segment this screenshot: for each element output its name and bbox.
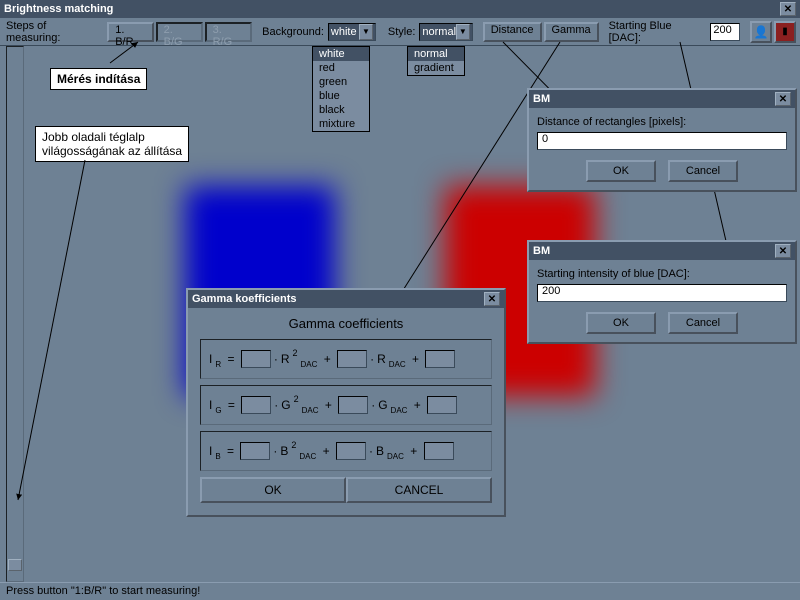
slider-thumb[interactable]: [8, 559, 22, 571]
bg-option-black[interactable]: black: [313, 103, 369, 117]
gamma-header: Gamma coefficients: [200, 316, 492, 331]
gamma-dialog: Gamma koefficients ✕ Gamma coefficients …: [186, 288, 506, 517]
background-label: Background:: [260, 26, 326, 38]
door-icon: ▮: [782, 26, 788, 37]
gamma-row-g: IG = ·G2DAC + ·GDAC +: [200, 385, 492, 425]
gamma-dialog-titlebar[interactable]: Gamma koefficients ✕: [188, 290, 504, 308]
background-dropdown[interactable]: white ▼: [328, 23, 376, 41]
distance-dialog-label: Distance of rectangles [pixels]:: [537, 116, 787, 128]
distance-cancel-button[interactable]: Cancel: [668, 160, 738, 182]
brightness-slider[interactable]: [6, 46, 24, 582]
status-text: Press button "1:B/R" to start measuring!: [6, 585, 200, 597]
annotation-right-rect: Jobb oladali téglalp világosságának az á…: [35, 126, 189, 162]
distance-input[interactable]: 0: [537, 132, 787, 150]
gamma-b-coef-a[interactable]: [240, 442, 270, 460]
starting-blue-label: Starting Blue [DAC]:: [607, 20, 709, 44]
titlebar: Brightness matching ✕: [0, 0, 800, 18]
bg-option-white[interactable]: white: [313, 47, 369, 61]
background-value: white: [331, 26, 357, 38]
dropdown-arrow-icon[interactable]: ▼: [456, 24, 470, 40]
blue-ok-button[interactable]: OK: [586, 312, 656, 334]
distance-dialog-title: BM: [533, 93, 550, 105]
window-title: Brightness matching: [4, 3, 780, 15]
blue-input[interactable]: 200: [537, 284, 787, 302]
window-close-button[interactable]: ✕: [780, 2, 796, 16]
gamma-b-coef-b[interactable]: [336, 442, 366, 460]
step-2-button[interactable]: 2. B/G: [156, 22, 203, 42]
style-value: normal: [422, 26, 456, 38]
gamma-ok-button[interactable]: OK: [200, 477, 346, 503]
gamma-cancel-button[interactable]: CANCEL: [346, 477, 492, 503]
background-dropdown-list[interactable]: white red green blue black mixture: [312, 46, 370, 132]
style-dropdown[interactable]: normal ▼: [419, 23, 472, 41]
gamma-button[interactable]: Gamma: [544, 22, 599, 42]
gamma-r-coef-b[interactable]: [337, 350, 367, 368]
gamma-row-r: IR = ·R2DAC + ·RDAC +: [200, 339, 492, 379]
blue-cancel-button[interactable]: Cancel: [668, 312, 738, 334]
bg-option-red[interactable]: red: [313, 61, 369, 75]
blue-dialog: BM ✕ Starting intensity of blue [DAC]: 2…: [527, 240, 797, 344]
toolbar: Steps of measuring: 1. B/R 2. B/G 3. R/G…: [0, 18, 800, 46]
gamma-g-coef-a[interactable]: [241, 396, 271, 414]
bg-option-mixture[interactable]: mixture: [313, 117, 369, 131]
blue-dialog-close[interactable]: ✕: [775, 244, 791, 258]
style-dropdown-list[interactable]: normal gradient: [407, 46, 465, 76]
blue-dialog-label: Starting intensity of blue [DAC]:: [537, 268, 787, 280]
style-option-normal[interactable]: normal: [408, 47, 464, 61]
style-option-gradient[interactable]: gradient: [408, 61, 464, 75]
bg-option-green[interactable]: green: [313, 75, 369, 89]
distance-ok-button[interactable]: OK: [586, 160, 656, 182]
distance-button[interactable]: Distance: [483, 22, 542, 42]
distance-dialog-titlebar[interactable]: BM ✕: [529, 90, 795, 108]
blue-dialog-titlebar[interactable]: BM ✕: [529, 242, 795, 260]
starting-blue-input[interactable]: 200: [710, 23, 740, 41]
statusbar: Press button "1:B/R" to start measuring!: [0, 582, 800, 600]
gamma-dialog-title: Gamma koefficients: [192, 293, 297, 305]
step-3-button[interactable]: 3. R/G: [205, 22, 253, 42]
distance-dialog: BM ✕ Distance of rectangles [pixels]: 0 …: [527, 88, 797, 192]
style-label: Style:: [386, 26, 418, 38]
gamma-g-coef-b[interactable]: [338, 396, 368, 414]
user-icon-button[interactable]: 👤: [750, 21, 772, 43]
steps-label: Steps of measuring:: [4, 20, 105, 44]
distance-dialog-close[interactable]: ✕: [775, 92, 791, 106]
step-1-button[interactable]: 1. B/R: [107, 22, 153, 42]
gamma-r-coef-c[interactable]: [425, 350, 455, 368]
user-icon: 👤: [754, 25, 769, 39]
gamma-g-coef-c[interactable]: [427, 396, 457, 414]
bg-option-blue[interactable]: blue: [313, 89, 369, 103]
gamma-r-coef-a[interactable]: [241, 350, 271, 368]
blue-dialog-title: BM: [533, 245, 550, 257]
gamma-row-b: IB = ·B2DAC + ·BDAC +: [200, 431, 492, 471]
gamma-b-coef-c[interactable]: [424, 442, 454, 460]
annotation-start-measure: Mérés indítása: [50, 68, 147, 90]
gamma-dialog-close[interactable]: ✕: [484, 292, 500, 306]
exit-icon-button[interactable]: ▮: [774, 21, 796, 43]
dropdown-arrow-icon[interactable]: ▼: [359, 24, 373, 40]
